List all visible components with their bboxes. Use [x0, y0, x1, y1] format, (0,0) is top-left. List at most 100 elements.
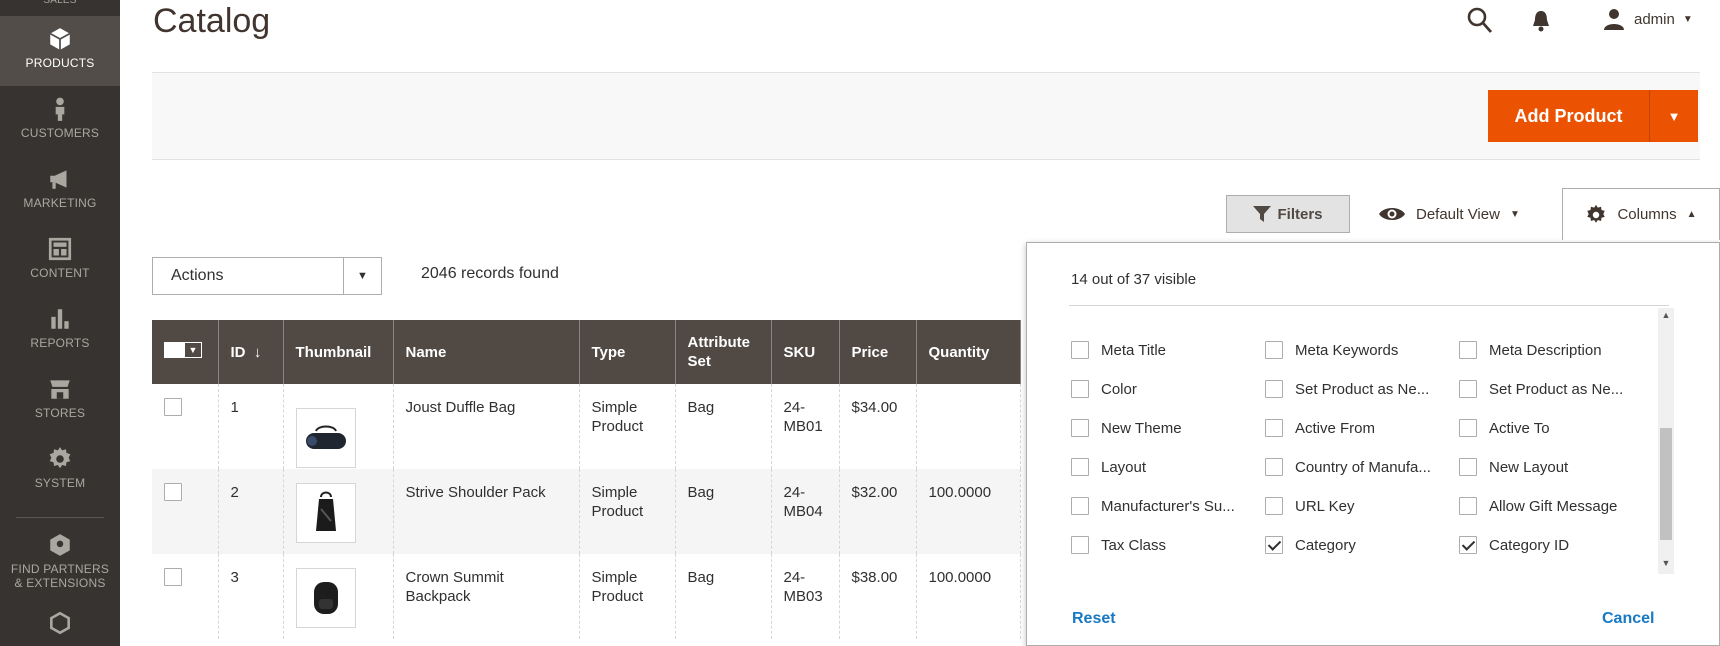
menu-item-extra[interactable] [0, 604, 120, 646]
menu-item-sales[interactable]: SALES [0, 0, 120, 12]
column-header-type[interactable]: Type [579, 320, 676, 384]
column-option-checkbox[interactable] [1071, 341, 1089, 359]
admin-username: admin [1634, 10, 1675, 28]
column-option[interactable]: Allow Gift Message [1459, 497, 1617, 515]
column-option[interactable]: Meta Title [1071, 341, 1166, 359]
duffle-bag-image [305, 425, 346, 449]
columns-panel: 14 out of 37 visible Meta Title Meta Keyw… [1026, 242, 1720, 646]
column-option[interactable]: Set Product as Ne... [1265, 380, 1429, 398]
column-header-attribute-set[interactable]: Attribute Set [675, 320, 772, 384]
column-option-checkbox[interactable] [1071, 536, 1089, 554]
column-option[interactable]: URL Key [1265, 497, 1354, 515]
view-switcher[interactable]: Default View ▼ [1378, 196, 1520, 232]
column-option[interactable]: Layout [1071, 458, 1146, 476]
column-option[interactable]: Category [1265, 536, 1356, 554]
column-option-checkbox[interactable] [1459, 380, 1477, 398]
column-option[interactable]: Set Product as Ne... [1459, 380, 1623, 398]
column-option[interactable]: Meta Keywords [1265, 341, 1398, 359]
scrollbar-thumb[interactable] [1660, 428, 1672, 540]
menu-item-customers[interactable]: CUSTOMERS [0, 86, 120, 156]
column-option-checkbox[interactable] [1265, 341, 1283, 359]
cell-price: $34.00 [839, 384, 917, 469]
reset-columns-button[interactable]: Reset [1072, 610, 1116, 628]
column-option-checkbox[interactable] [1265, 458, 1283, 476]
product-thumbnail[interactable] [295, 483, 356, 543]
mass-actions-select[interactable]: Actions ▼ [152, 257, 382, 295]
column-option-checkbox[interactable] [1071, 497, 1089, 515]
column-option-checkbox[interactable] [1459, 458, 1477, 476]
column-option[interactable]: Category ID [1459, 536, 1569, 554]
column-option-checkbox[interactable] [1071, 380, 1089, 398]
column-option-label: New Theme [1101, 419, 1182, 437]
filters-button[interactable]: Filters [1226, 195, 1350, 233]
cell-price: $38.00 [839, 554, 917, 639]
cancel-columns-button[interactable]: Cancel [1602, 610, 1654, 628]
product-thumbnail[interactable] [295, 568, 356, 628]
table-row[interactable]: 3 Crown Summit Backpack Simple Product B… [152, 554, 1021, 639]
menu-item-system[interactable]: SYSTEM [0, 436, 120, 506]
menu-item-label-2: & EXTENSIONS [14, 576, 106, 590]
gear-icon [49, 447, 71, 469]
column-option-checkbox[interactable] [1459, 536, 1477, 554]
row-checkbox[interactable] [164, 398, 182, 416]
menu-item-find-partners[interactable]: FIND PARTNERS & EXTENSIONS [0, 524, 120, 590]
product-grid: ▼ ID ↓ Thumbnail Name Type Attribute Set… [152, 320, 1021, 639]
column-list-scrollbar[interactable]: ▲ ▼ [1658, 308, 1674, 574]
columns-label: Columns [1617, 206, 1677, 223]
bell-icon[interactable] [1530, 8, 1552, 39]
user-icon [1604, 9, 1624, 30]
column-option[interactable]: Manufacturer's Su... [1071, 497, 1235, 515]
cell-quantity: 100.0000 [916, 554, 1021, 639]
table-row[interactable]: 2 Strive Shoulder Pack Simple Product Ba… [152, 469, 1021, 554]
column-header-id[interactable]: ID ↓ [218, 320, 284, 384]
admin-user-menu[interactable]: admin ▼ [1602, 2, 1693, 36]
column-option[interactable]: Color [1071, 380, 1137, 398]
cell-id: 2 [218, 469, 284, 554]
column-header-sku[interactable]: SKU [771, 320, 840, 384]
table-row[interactable]: 1 Joust Duffle Bag Simple Product Bag 24… [152, 384, 1021, 469]
column-option-label: Country of Manufa... [1295, 458, 1431, 476]
menu-item-products[interactable]: PRODUCTS [0, 16, 120, 86]
view-label: Default View [1416, 205, 1500, 223]
column-option[interactable]: New Layout [1459, 458, 1568, 476]
menu-item-label: CUSTOMERS [20, 126, 100, 140]
column-option[interactable]: Tax Class [1071, 536, 1166, 554]
column-header-quantity[interactable]: Quantity [916, 320, 1021, 384]
column-option[interactable]: Country of Manufa... [1265, 458, 1431, 476]
column-option-checkbox[interactable] [1459, 341, 1477, 359]
backpack-image [313, 582, 338, 614]
scroll-up-icon[interactable]: ▲ [1658, 310, 1674, 324]
column-option-checkbox[interactable] [1265, 497, 1283, 515]
menu-item-stores[interactable]: STORES [0, 366, 120, 436]
column-option[interactable]: New Theme [1071, 419, 1182, 437]
add-product-button[interactable]: Add Product [1488, 90, 1649, 142]
menu-item-marketing[interactable]: MARKETING [0, 156, 120, 226]
column-option-checkbox[interactable] [1265, 419, 1283, 437]
scroll-down-icon[interactable]: ▼ [1658, 558, 1674, 572]
search-icon[interactable] [1466, 6, 1494, 41]
column-option-checkbox[interactable] [1459, 419, 1477, 437]
columns-button[interactable]: Columns ▲ [1562, 188, 1720, 240]
admin-menu: SALES PRODUCTS CUSTOMERS MARKETING CONTE… [0, 0, 120, 646]
column-option-checkbox[interactable] [1265, 536, 1283, 554]
column-option-checkbox[interactable] [1071, 419, 1089, 437]
column-option-checkbox[interactable] [1071, 458, 1089, 476]
column-option[interactable]: Active To [1459, 419, 1550, 437]
column-option-label: Category ID [1489, 536, 1570, 554]
mass-select-checkbox[interactable]: ▼ [164, 342, 202, 358]
add-product-options-toggle[interactable]: ▼ [1649, 90, 1698, 142]
product-thumbnail[interactable] [295, 408, 356, 468]
menu-item-content[interactable]: CONTENT [0, 226, 120, 296]
grid-header-row: ▼ ID ↓ Thumbnail Name Type Attribute Set… [152, 320, 1021, 384]
cell-sku: 24-MB03 [771, 554, 840, 639]
column-header-price[interactable]: Price [839, 320, 917, 384]
row-checkbox[interactable] [164, 568, 182, 586]
mass-select-header[interactable]: ▼ [152, 320, 219, 384]
row-checkbox[interactable] [164, 483, 182, 501]
column-header-name[interactable]: Name [393, 320, 580, 384]
menu-item-reports[interactable]: REPORTS [0, 296, 120, 366]
column-option[interactable]: Meta Description [1459, 341, 1602, 359]
column-option-checkbox[interactable] [1459, 497, 1477, 515]
column-option[interactable]: Active From [1265, 419, 1375, 437]
column-option-checkbox[interactable] [1265, 380, 1283, 398]
